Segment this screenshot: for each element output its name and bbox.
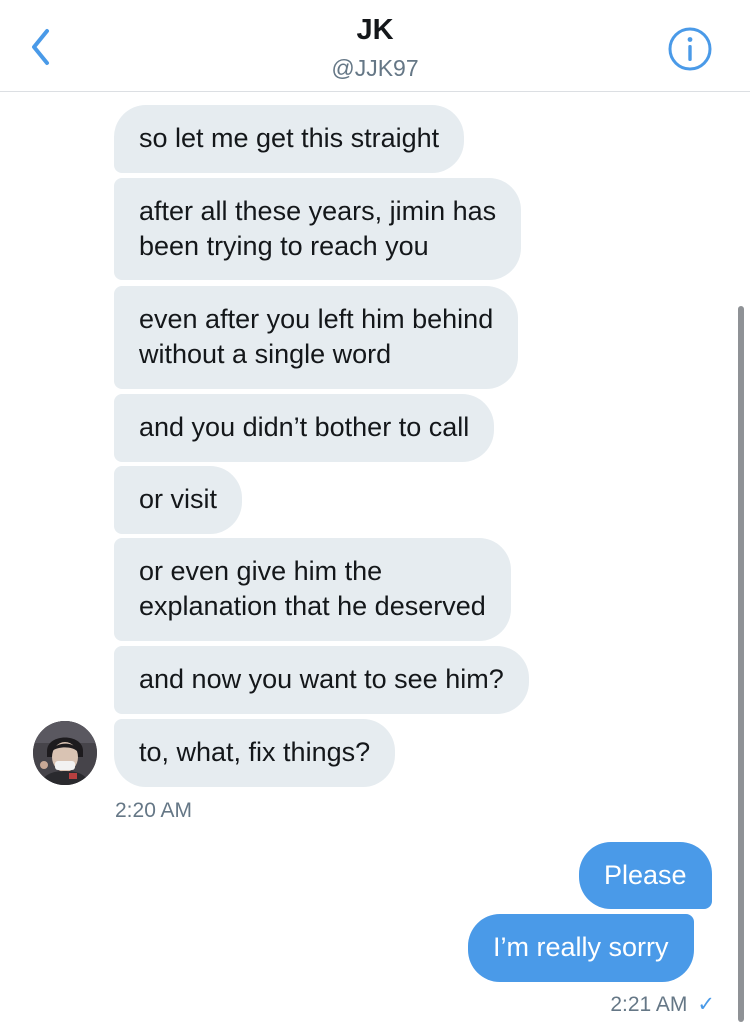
conversation-title[interactable]: JK: [0, 14, 750, 47]
info-icon: [668, 27, 712, 71]
message-thread[interactable]: so let me get this straight after all th…: [0, 92, 750, 1022]
received-message[interactable]: and you didn’t bother to call: [114, 394, 495, 462]
sent-timestamp: 2:21 AM ✓: [610, 992, 715, 1017]
conversation-handle[interactable]: @JJK97: [0, 55, 750, 82]
checkmark-icon: ✓: [697, 993, 715, 1016]
sent-message[interactable]: Please: [579, 842, 712, 909]
conversation-header: JK @JJK97: [0, 0, 750, 92]
received-timestamp: 2:20 AM: [115, 799, 193, 822]
info-button[interactable]: [667, 26, 713, 72]
avatar[interactable]: [33, 721, 97, 785]
profile-photo: [33, 721, 97, 785]
scrollbar[interactable]: [738, 306, 744, 1022]
received-message[interactable]: and now you want to see him?: [114, 646, 529, 714]
sent-time: 2:21 AM: [610, 993, 688, 1016]
sent-message[interactable]: I’m really sorry: [468, 914, 694, 982]
received-message[interactable]: even after you left him behind without a…: [114, 286, 519, 389]
received-message[interactable]: or even give him the explanation that he…: [114, 538, 511, 641]
received-message[interactable]: so let me get this straight: [114, 105, 465, 173]
received-message[interactable]: after all these years, jimin has been tr…: [114, 178, 522, 280]
received-message[interactable]: or visit: [114, 466, 243, 534]
received-message[interactable]: to, what, fix things?: [114, 719, 396, 787]
